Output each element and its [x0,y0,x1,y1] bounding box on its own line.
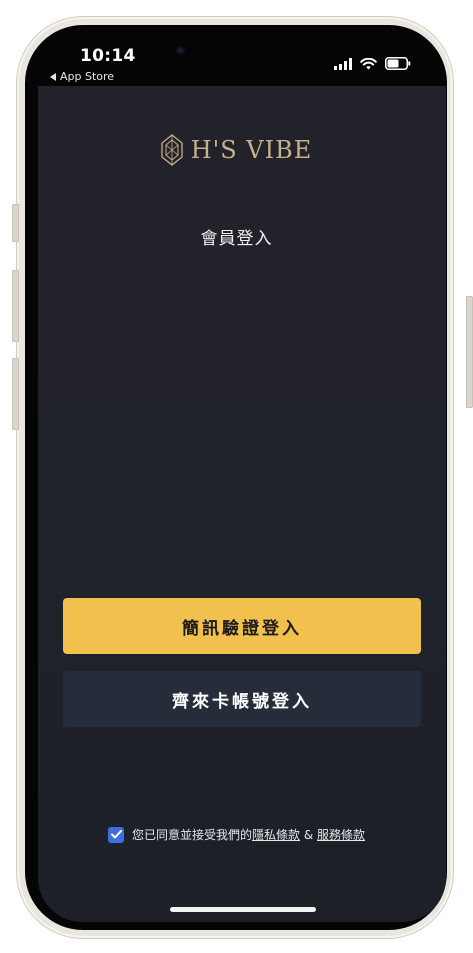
back-arrow-icon [50,72,56,81]
cellular-signal-icon [334,57,352,70]
agree-checkbox[interactable] [108,826,124,843]
volume-up-button [12,270,19,342]
home-indicator[interactable] [170,907,316,912]
checkmark-icon [110,830,122,839]
back-to-app-store[interactable]: App Store [50,70,114,83]
app-screen [38,86,446,922]
ampersand: & [303,828,314,842]
status-time: 10:14 [80,46,136,66]
wifi-icon [360,57,377,69]
volume-down-button [12,358,19,430]
diamond-emblem-icon [161,134,183,166]
status-icons [334,57,411,70]
battery-icon [385,57,411,70]
logo-text: H'S VIBE [190,136,313,164]
back-label: App Store [60,70,115,83]
terms-of-service-link[interactable]: 服務條款 [317,828,365,842]
brand-logo: H'S VIBE [0,134,473,166]
card-account-login-button[interactable]: 齊來卡帳號登入 [63,671,421,727]
power-button [466,296,473,408]
privacy-policy-link[interactable]: 隱私條款 [252,828,300,842]
sms-login-button[interactable]: 簡訊驗證登入 [63,598,421,654]
front-camera [176,46,185,55]
page-title: 會員登入 [200,229,273,249]
agreement-row: 您已同意並接受我們的隱私條款 & 服務條款 [108,826,365,843]
agreement-text: 您已同意並接受我們的 [132,828,253,842]
